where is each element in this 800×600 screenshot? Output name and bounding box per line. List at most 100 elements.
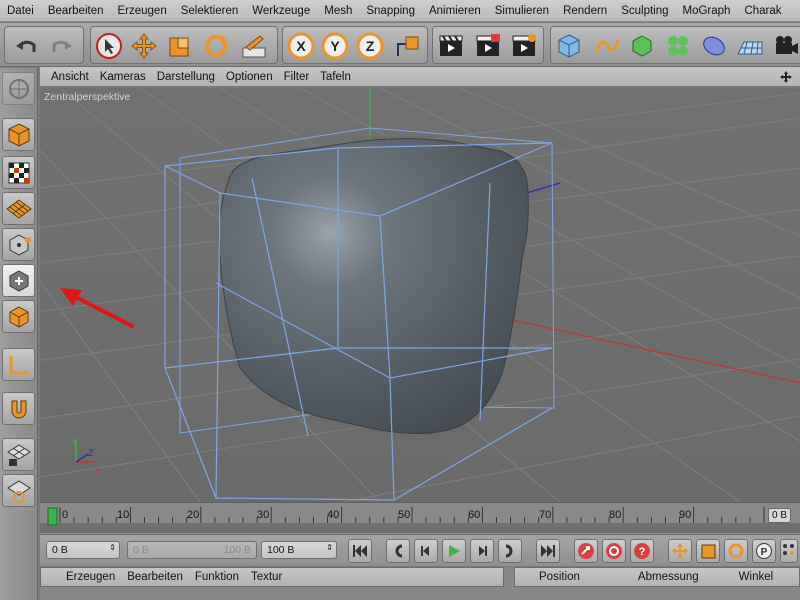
cloner-icon	[668, 36, 688, 56]
3d-viewport[interactable]: Y X Z Zentralperspektive	[40, 88, 800, 502]
parameter-key-icon: P	[756, 543, 772, 559]
menu-snapping[interactable]: Snapping	[359, 5, 422, 17]
play-forward-button[interactable]	[442, 539, 466, 563]
menu-charakter[interactable]: Charak	[737, 5, 788, 17]
polygons-mode-button[interactable]	[2, 300, 35, 333]
workplane-mode-button[interactable]	[2, 192, 35, 225]
tick-label-30: 30	[257, 509, 270, 521]
floor-button[interactable]	[735, 31, 765, 61]
menu-sculpting[interactable]: Sculpting	[614, 5, 675, 17]
viewport-move-icon[interactable]	[780, 71, 792, 83]
planar-workplane-button[interactable]	[2, 474, 35, 507]
current-frame-field[interactable]: 0 B	[768, 508, 792, 523]
next-key-button[interactable]	[498, 539, 522, 563]
viewport-menu-tafeln[interactable]: Tafeln	[320, 71, 351, 83]
render-view-button[interactable]	[436, 31, 466, 61]
start-frame-field[interactable]: 0 B ⇕	[46, 541, 120, 559]
texture-mode-button[interactable]	[2, 156, 35, 189]
cube-create-button[interactable]	[554, 31, 584, 61]
select-tool-button[interactable]	[94, 31, 124, 61]
preview-range-slider[interactable]: 0 B 100 B	[127, 541, 257, 559]
undo-button[interactable]	[11, 31, 41, 61]
viewport-menu-filter[interactable]: Filter	[284, 71, 310, 83]
menu-simulieren[interactable]: Simulieren	[488, 5, 556, 17]
model-mode-button[interactable]	[2, 118, 35, 151]
previous-key-button[interactable]	[386, 539, 410, 563]
menu-datei[interactable]: Datei	[0, 5, 41, 17]
autokey-button[interactable]	[602, 539, 626, 563]
scale-tool-button[interactable]	[165, 31, 195, 61]
go-to-start-button[interactable]	[348, 539, 372, 563]
viewport-menubar: Ansicht Kameras Darstellung Optionen Fil…	[40, 67, 800, 87]
viewport-menu-kameras[interactable]: Kameras	[100, 71, 146, 83]
viewport-menu-ansicht[interactable]: Ansicht	[51, 71, 89, 83]
menu-mesh[interactable]: Mesh	[317, 5, 359, 17]
grid-rotate-icon	[6, 479, 31, 503]
render-settings-button[interactable]	[509, 31, 539, 61]
clapper-settings-icon	[512, 34, 536, 56]
workplane-lock-button[interactable]	[2, 438, 35, 471]
previous-frame-button[interactable]	[414, 539, 438, 563]
menu-werkzeuge[interactable]: Werkzeuge	[245, 5, 317, 17]
polygons-mode-icon	[9, 305, 28, 328]
magnet-icon	[11, 400, 26, 418]
spline-create-button[interactable]	[591, 31, 621, 61]
key-rotation-button[interactable]	[724, 539, 748, 563]
edges-mode-button[interactable]	[2, 264, 35, 297]
viewport-scene[interactable]: Y X Z	[40, 88, 800, 502]
points-mode-button[interactable]	[2, 228, 35, 261]
key-pla-button[interactable]	[780, 539, 798, 563]
generator-button[interactable]	[627, 31, 657, 61]
mograph-button[interactable]	[663, 31, 693, 61]
axis-x-icon: X	[287, 32, 315, 60]
workplane-icon	[5, 198, 32, 219]
redo-icon	[52, 40, 72, 52]
menu-rendern[interactable]: Rendern	[556, 5, 614, 17]
materials-menu-textur[interactable]: Textur	[251, 571, 282, 583]
viewport-menu-darstellung[interactable]: Darstellung	[157, 71, 215, 83]
axis-mode-button[interactable]	[2, 348, 35, 381]
menu-mograph[interactable]: MoGraph	[676, 5, 738, 17]
menu-erzeugen[interactable]: Erzeugen	[110, 5, 173, 17]
checker-texture-icon	[8, 162, 29, 183]
key-scale-button[interactable]	[696, 539, 720, 563]
axis-y-button[interactable]: Y	[320, 31, 350, 61]
axis-z-button[interactable]: Z	[355, 31, 385, 61]
object-create-group	[550, 26, 800, 64]
key-position-button[interactable]	[668, 539, 692, 563]
coords-header-position: Position	[539, 571, 580, 583]
viewport-menu-optionen[interactable]: Optionen	[226, 71, 273, 83]
go-to-end-button[interactable]	[536, 539, 560, 563]
camera-button[interactable]	[771, 31, 800, 61]
materials-menu-funktion[interactable]: Funktion	[195, 571, 239, 583]
main-toolbar: X Y Z	[0, 23, 800, 67]
next-frame-button[interactable]	[470, 539, 494, 563]
deformer-button[interactable]	[699, 31, 729, 61]
menu-animieren[interactable]: Animieren	[422, 5, 488, 17]
end-frame-field[interactable]: 100 B ⇕	[261, 541, 337, 559]
keyframe-selection-button[interactable]: ?	[630, 539, 654, 563]
key-parameter-button[interactable]: P	[752, 539, 776, 563]
make-editable-button[interactable]	[2, 72, 35, 105]
render-picture-viewer-button[interactable]	[473, 31, 503, 61]
menu-selektieren[interactable]: Selektieren	[174, 5, 246, 17]
current-frame-marker[interactable]	[47, 507, 58, 526]
redo-button[interactable]	[47, 31, 77, 61]
rotate-tool-button[interactable]	[201, 31, 231, 61]
cube-icon	[558, 34, 580, 58]
materials-menu-erzeugen[interactable]: Erzeugen	[66, 571, 115, 583]
live-select-button[interactable]	[239, 31, 269, 61]
coordinate-system-button[interactable]	[393, 31, 423, 61]
axis-x-button[interactable]: X	[286, 31, 316, 61]
coords-header-abmessung: Abmessung	[637, 571, 699, 583]
record-keys-button[interactable]	[574, 539, 598, 563]
rounded-cube-object[interactable]	[218, 138, 529, 434]
axis-lock-group: X Y Z	[282, 26, 428, 64]
snapping-button[interactable]	[2, 392, 35, 425]
materials-menu-bearbeiten[interactable]: Bearbeiten	[127, 571, 183, 583]
floor-grid-icon	[737, 41, 763, 55]
timeline-ruler[interactable]: 0 10 20 30 40 50 60 70 80 90 0 B	[40, 502, 800, 534]
axis-z-icon: Z	[356, 32, 384, 60]
menu-bearbeiten[interactable]: Bearbeiten	[41, 5, 111, 17]
move-tool-button[interactable]	[129, 31, 159, 61]
